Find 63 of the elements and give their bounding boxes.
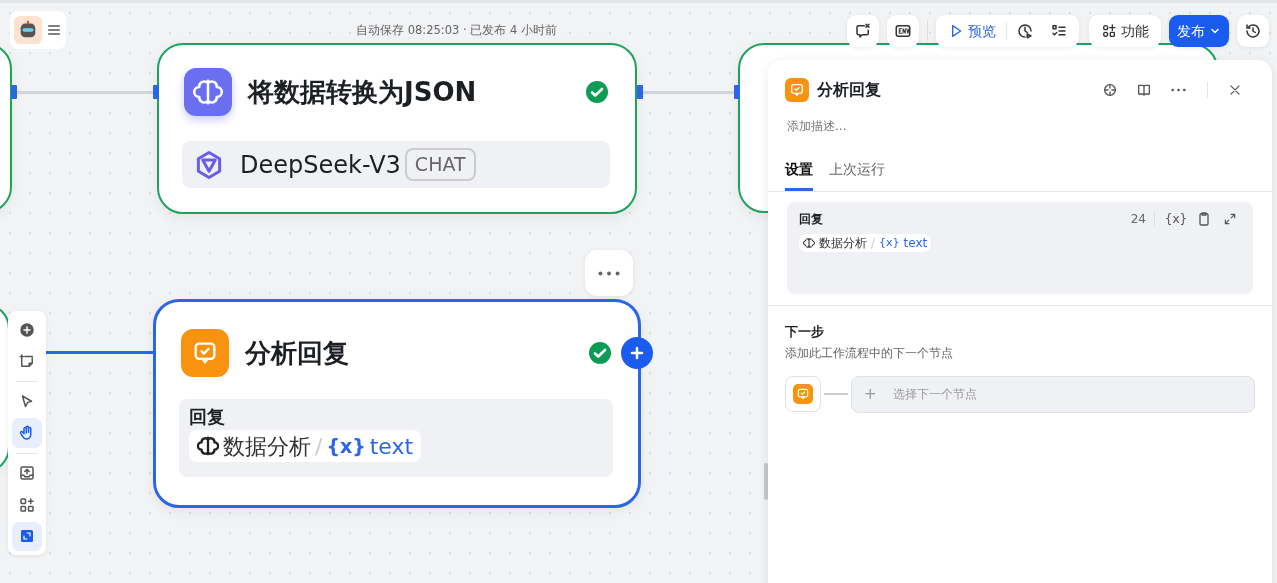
panel-tab[interactable]: 设置	[785, 159, 813, 191]
variable-marker: {x}	[879, 234, 900, 251]
source-node-name: 数据分析	[819, 235, 867, 252]
model-tag: CHAT	[404, 148, 476, 181]
robot-icon[interactable]	[14, 16, 42, 44]
model-name: DeepSeek-V3	[240, 149, 401, 181]
env-icon	[894, 22, 912, 40]
comment-x-icon	[854, 22, 872, 40]
reply-editor[interactable]: 回复 24 {x} 数据分析 / {x} text	[787, 202, 1253, 294]
more-icon	[1170, 88, 1186, 92]
apps-icon	[18, 495, 36, 514]
clock-play-icon	[1016, 22, 1034, 40]
variable-name: text	[369, 432, 414, 461]
panel-tab[interactable]: 上次运行	[829, 159, 885, 191]
field-label: 回复	[799, 211, 824, 228]
crosshair-icon	[1102, 82, 1118, 98]
brain-icon	[193, 77, 223, 107]
minimap-tool[interactable]	[12, 521, 42, 552]
expand-icon	[1223, 212, 1237, 226]
add-node-button[interactable]	[621, 337, 653, 369]
character-count: 24	[1130, 211, 1146, 228]
resize-handle[interactable]	[764, 463, 768, 500]
separator: /	[315, 432, 323, 461]
port-handle[interactable]	[11, 85, 17, 99]
menu-icon[interactable]	[46, 22, 62, 38]
autosave-status: 自动保存 08:25:03 · 已发布 4 小时前	[356, 22, 557, 39]
version-history-button[interactable]	[1237, 15, 1269, 47]
panel-title: 分析回复	[817, 79, 882, 101]
book-icon	[1136, 82, 1152, 98]
features-button[interactable]: 功能	[1089, 15, 1161, 47]
section-title: 下一步	[785, 323, 825, 341]
port-handle[interactable]	[734, 85, 740, 99]
field-label: 回复	[189, 405, 226, 429]
add-icon	[18, 320, 36, 339]
model-icon	[194, 149, 224, 180]
node-title: 分析回复	[245, 336, 350, 370]
variable-marker: {x}	[326, 433, 366, 459]
hand-tool[interactable]	[12, 418, 42, 448]
brain-icon	[803, 237, 815, 249]
chat-check-icon	[796, 387, 810, 401]
description-field[interactable]: 添加描述...	[785, 116, 1085, 136]
node-title: 将数据转换为JSON	[248, 75, 478, 109]
connector-line	[824, 393, 848, 395]
close-icon	[1228, 83, 1242, 97]
variable-name: text	[903, 235, 928, 252]
apps-icon	[1101, 23, 1117, 39]
more-icon	[598, 270, 620, 276]
history-icon	[1244, 22, 1262, 40]
workflow-node[interactable]: 将数据转换为JSON DeepSeek-V3 CHAT	[157, 43, 637, 214]
port-handle[interactable]	[637, 85, 643, 99]
workflow-node[interactable]: 分析回复 回复 数据分析 / {x} text	[153, 299, 641, 508]
chat-check-icon	[789, 82, 805, 98]
clipboard-icon	[1196, 211, 1212, 227]
brain-icon	[197, 435, 219, 457]
publish-button[interactable]: 发布	[1169, 15, 1229, 47]
separator: /	[871, 235, 876, 252]
section-description: 添加此工作流程中的下一个节点	[785, 344, 954, 362]
source-node-name: 数据分析	[223, 432, 311, 461]
tray-icon	[18, 464, 36, 483]
clear-comments-button[interactable]	[847, 15, 879, 47]
environment-button[interactable]	[887, 15, 919, 47]
insert-variable-button[interactable]: {x}	[1163, 208, 1189, 230]
port-handle[interactable]	[153, 85, 159, 99]
